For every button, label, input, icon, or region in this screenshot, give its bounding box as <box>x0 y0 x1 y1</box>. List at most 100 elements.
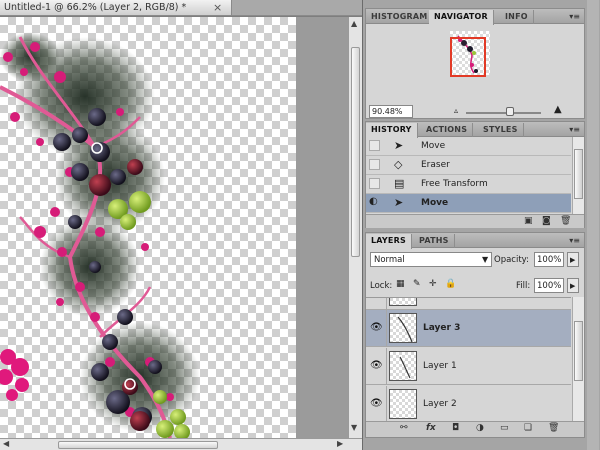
tab-info[interactable]: INFO <box>500 10 534 24</box>
fill-label: Fill: <box>516 281 531 291</box>
chevron-down-icon[interactable]: ▼ <box>482 255 488 264</box>
horizontal-scrollbar[interactable]: ◀ ▶ <box>0 438 362 450</box>
history-item[interactable]: ▤ Free Transform <box>366 175 571 194</box>
scroll-right-icon[interactable]: ▶ <box>337 439 343 448</box>
layer-thumbnail <box>389 313 417 343</box>
trash-icon[interactable]: 🗑 <box>548 423 559 433</box>
panel-dock: HISTOGRAM NAVIGATOR INFO ▾≡ 90.48% ▵ ▲ H… <box>362 0 600 450</box>
tab-bar-empty <box>232 0 362 16</box>
lock-label: Lock: <box>370 281 393 291</box>
tab-navigator[interactable]: NAVIGATOR <box>429 10 494 25</box>
lock-transparent-icon[interactable]: ▦ <box>396 279 405 289</box>
zoom-field[interactable]: 90.48% <box>369 105 413 118</box>
snapshot-icon[interactable]: ◙ <box>542 216 551 226</box>
panel-menu-icon[interactable]: ▾≡ <box>569 125 580 134</box>
layer-row[interactable]: 👁 Layer 1 <box>366 348 571 385</box>
zoom-in-icon[interactable]: ▲ <box>554 104 562 115</box>
history-snapshot-checkbox[interactable] <box>369 178 380 189</box>
eraser-tool-icon: ◇ <box>394 158 403 171</box>
close-icon[interactable]: × <box>213 1 222 14</box>
layer-thumbnail <box>389 351 417 381</box>
scroll-thumb[interactable] <box>574 321 583 381</box>
history-item[interactable]: ◇ Eraser <box>366 156 571 175</box>
history-snapshot-checkbox[interactable] <box>369 159 380 170</box>
adjustment-layer-icon[interactable]: ◑ <box>476 423 484 433</box>
navigator-view-box[interactable] <box>450 37 486 77</box>
eye-icon[interactable]: 👁 <box>370 360 383 371</box>
lock-all-icon[interactable]: 🔒 <box>445 279 456 289</box>
layer-thumbnail <box>389 389 417 419</box>
layers-footer: ⚯ fx ◘ ◑ ▭ ❏ 🗑 <box>366 421 584 437</box>
document-window: Untitled-1 @ 66.2% (Layer 2, RGB/8) * × <box>0 0 362 450</box>
dock-strip <box>587 0 599 450</box>
document-tab[interactable]: Untitled-1 @ 66.2% (Layer 2, RGB/8) * × <box>0 0 232 16</box>
panel-menu-icon[interactable]: ▾≡ <box>569 12 580 21</box>
scroll-left-icon[interactable]: ◀ <box>3 439 9 448</box>
berry-branch-image <box>0 32 200 438</box>
layer-list: 👁 Layer 3 👁 Layer 1 👁 Layer 2 <box>366 297 571 421</box>
tab-histogram[interactable]: HISTOGRAM <box>366 10 434 24</box>
lock-image-icon[interactable]: ✎ <box>413 279 421 289</box>
history-footer: ▣ ◙ 🗑 <box>366 214 584 228</box>
panel-menu-icon[interactable]: ▾≡ <box>569 236 580 245</box>
blend-mode-select[interactable]: Normal <box>370 252 492 267</box>
layer-name: Layer 2 <box>423 399 457 409</box>
new-document-from-state-icon[interactable]: ▣ <box>524 216 533 226</box>
layers-tabbar: LAYERS PATHS ▾≡ <box>366 233 584 249</box>
history-brush-icon[interactable]: ◐ <box>369 196 380 207</box>
layer-name: Layer 1 <box>423 361 457 371</box>
eye-icon[interactable]: 👁 <box>370 322 383 333</box>
zoom-slider-knob[interactable] <box>506 107 514 116</box>
tab-actions[interactable]: ACTIONS <box>421 123 474 137</box>
scroll-thumb[interactable] <box>58 441 218 449</box>
scroll-down-icon[interactable]: ▼ <box>351 423 357 432</box>
fx-icon[interactable]: fx <box>426 423 436 433</box>
tab-styles[interactable]: STYLES <box>478 123 524 137</box>
canvas[interactable] <box>0 17 348 438</box>
new-group-icon[interactable]: ▭ <box>500 423 509 433</box>
layer-divider <box>386 310 387 347</box>
history-item-label: Move <box>421 141 446 151</box>
fill-field[interactable]: 100% <box>534 278 564 293</box>
history-item-selected[interactable]: ◐ ➤ Move <box>366 194 571 213</box>
tab-paths[interactable]: PATHS <box>414 234 455 248</box>
scroll-up-icon[interactable]: ▲ <box>351 19 357 28</box>
free-transform-icon: ▤ <box>394 177 405 190</box>
layers-panel: LAYERS PATHS ▾≡ Normal ▼ Opacity: 100% ▶… <box>365 232 585 438</box>
eye-icon[interactable]: 👁 <box>370 398 383 409</box>
link-layers-icon[interactable]: ⚯ <box>400 423 408 433</box>
trash-icon[interactable]: 🗑 <box>560 216 571 226</box>
layer-divider <box>386 298 387 310</box>
tab-history[interactable]: HISTORY <box>366 123 418 138</box>
opacity-field[interactable]: 100% <box>534 252 564 267</box>
move-tool-icon: ➤ <box>394 196 404 209</box>
opacity-arrow-icon[interactable]: ▶ <box>567 252 579 267</box>
new-layer-icon[interactable]: ❏ <box>524 423 532 433</box>
history-snapshot-checkbox[interactable] <box>369 140 380 151</box>
scroll-thumb[interactable] <box>351 47 360 257</box>
history-item-label: Move <box>421 198 449 208</box>
layer-divider <box>386 386 387 421</box>
layers-scrollbar[interactable] <box>572 297 584 421</box>
history-item-label: Free Transform <box>421 179 488 189</box>
history-tabbar: HISTORY ACTIONS STYLES ▾≡ <box>366 122 584 138</box>
history-item[interactable]: ➤ Move <box>366 137 571 156</box>
lock-position-icon[interactable]: ✛ <box>429 279 437 289</box>
zoom-out-icon[interactable]: ▵ <box>454 106 458 115</box>
layer-name: Layer 3 <box>423 323 461 333</box>
scroll-thumb[interactable] <box>574 149 583 199</box>
layer-thumbnail <box>389 298 417 306</box>
layer-thumb-art <box>399 356 411 379</box>
layer-row-selected[interactable]: 👁 Layer 3 <box>366 310 571 347</box>
history-scrollbar[interactable] <box>572 137 584 215</box>
document-tab-title: Untitled-1 @ 66.2% (Layer 2, RGB/8) * <box>4 2 187 13</box>
layer-row[interactable] <box>366 298 571 310</box>
layer-mask-icon[interactable]: ◘ <box>452 423 459 433</box>
move-tool-icon: ➤ <box>394 139 404 152</box>
fill-arrow-icon[interactable]: ▶ <box>567 278 579 293</box>
history-panel: HISTORY ACTIONS STYLES ▾≡ ➤ Move ◇ Erase… <box>365 121 585 228</box>
layer-row[interactable]: 👁 Layer 2 <box>366 386 571 421</box>
vertical-scrollbar[interactable]: ▲ ▼ <box>348 17 362 438</box>
zoom-slider-track[interactable] <box>466 112 541 114</box>
tab-layers[interactable]: LAYERS <box>366 234 412 249</box>
